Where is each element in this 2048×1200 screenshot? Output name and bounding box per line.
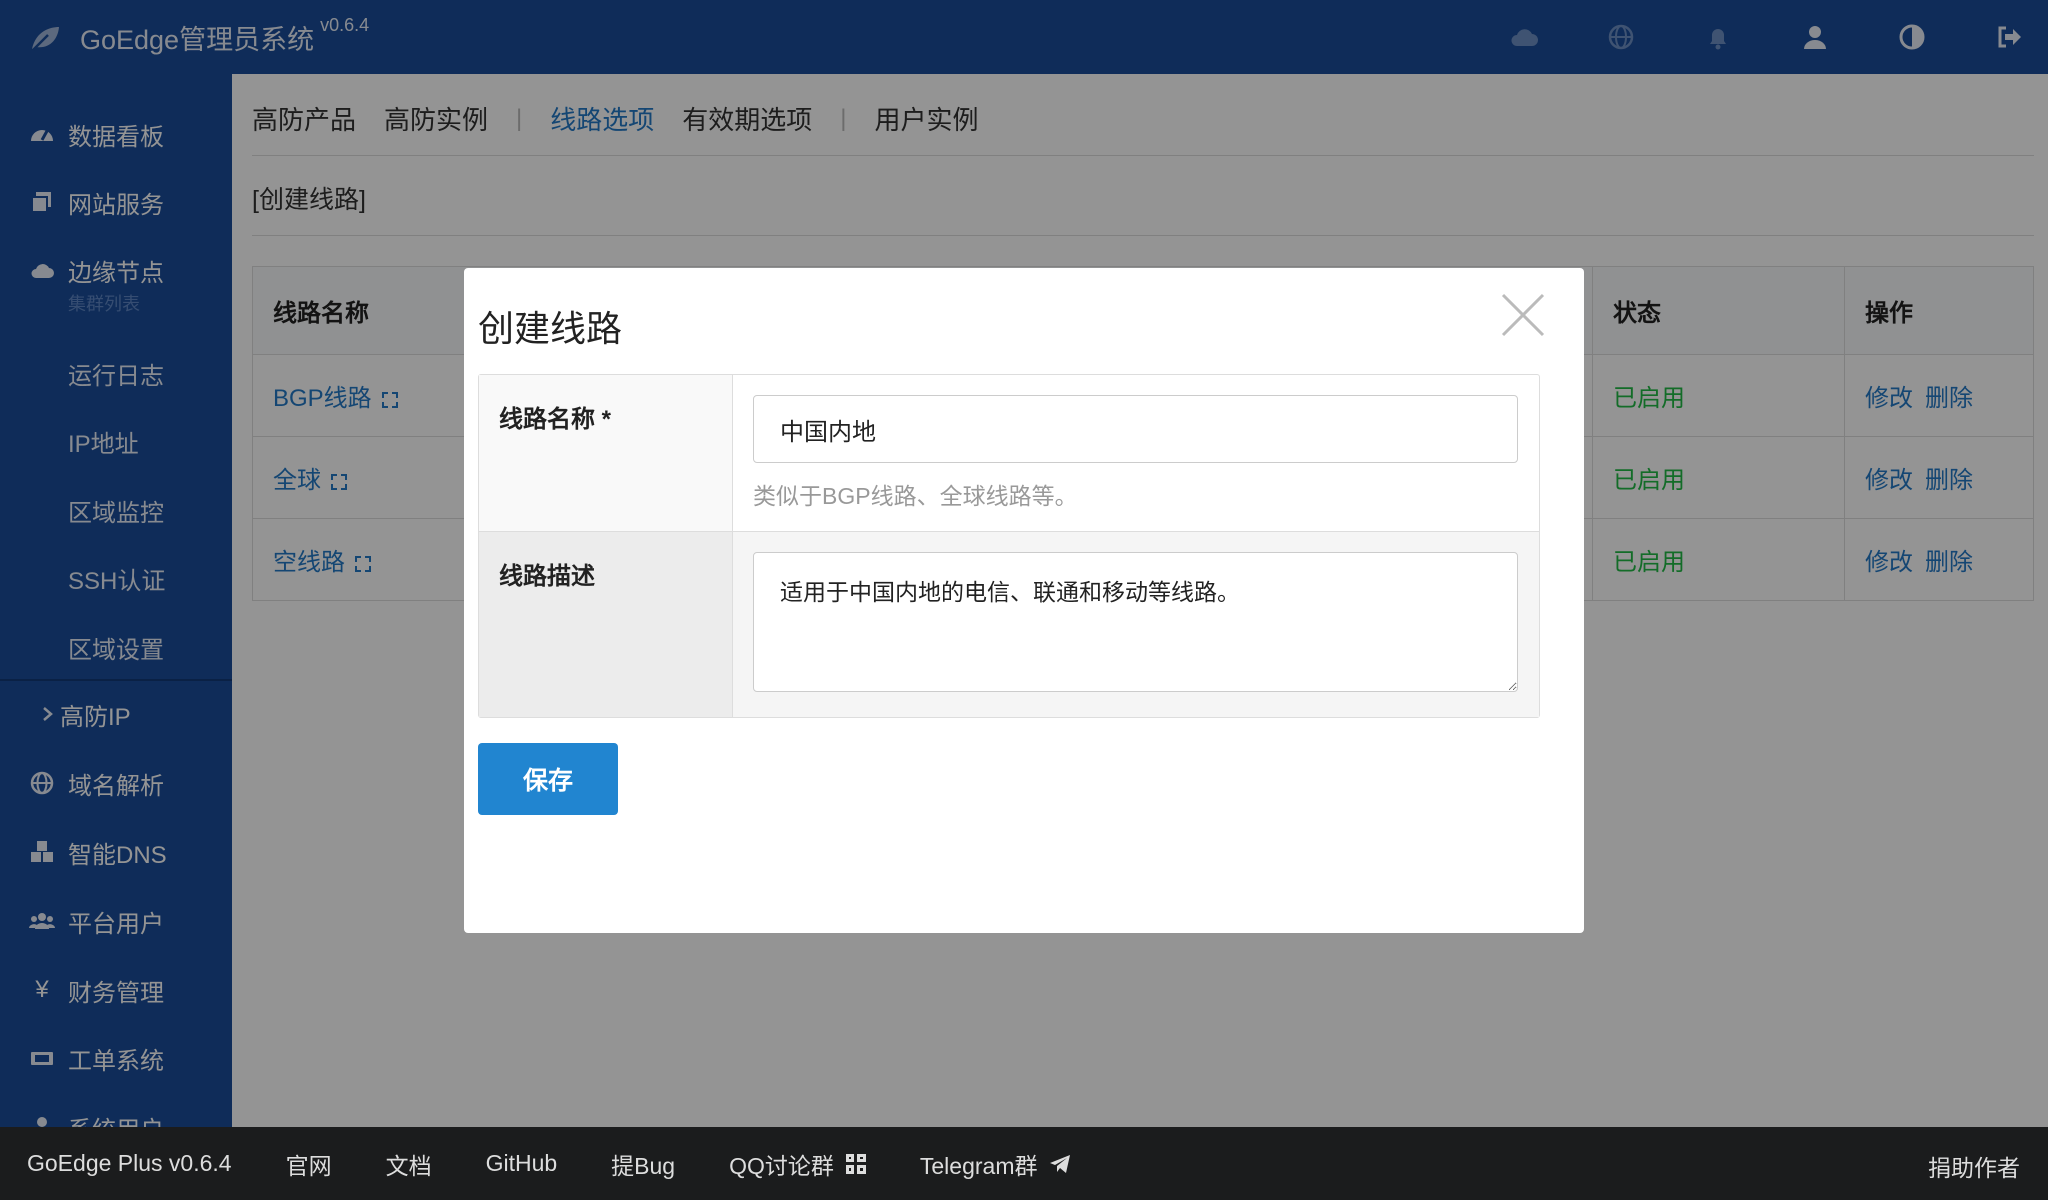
form-row-name: 线路名称 * 类似于BGP线路、全球线路等。 [479,375,1539,532]
footer-link-qq-group[interactable]: QQ讨论群 [729,1147,866,1181]
line-name-hint: 类似于BGP线路、全球线路等。 [753,483,1078,509]
line-name-label: 线路名称 * [479,375,733,531]
form-field-description: 适用于中国内地的电信、联通和移动等线路。 [733,532,1539,717]
line-name-input[interactable] [753,395,1518,463]
close-icon[interactable] [1500,292,1546,338]
telegram-label: Telegram群 [919,1152,1038,1179]
save-button[interactable]: 保存 [478,743,618,815]
footer-link-website[interactable]: 官网 [286,1147,332,1181]
qrcode-icon [845,1153,866,1174]
footer-donate[interactable]: 捐助作者 [1928,1149,2020,1183]
telegram-plane-icon [1049,1154,1070,1173]
create-line-form: 线路名称 * 类似于BGP线路、全球线路等。 线路描述 适用于中国内地的电信、联… [478,374,1540,718]
form-field-name: 类似于BGP线路、全球线路等。 [733,375,1539,531]
form-row-description: 线路描述 适用于中国内地的电信、联通和移动等线路。 [479,532,1539,717]
footer-link-github[interactable]: GitHub [486,1150,558,1177]
footer: GoEdge Plus v0.6.4 官网 文档 GitHub 提Bug QQ讨… [0,1127,2048,1200]
footer-version[interactable]: GoEdge Plus v0.6.4 [27,1150,232,1177]
create-line-modal: 创建线路 线路名称 * 类似于BGP线路、全球线路等。 线路描述 适用于中国内地… [464,268,1584,933]
qq-group-label: QQ讨论群 [729,1152,834,1179]
modal-title: 创建线路 [478,308,623,349]
footer-link-docs[interactable]: 文档 [386,1147,432,1181]
line-description-textarea[interactable]: 适用于中国内地的电信、联通和移动等线路。 [753,552,1518,692]
footer-link-report-bug[interactable]: 提Bug [611,1147,675,1181]
footer-link-telegram[interactable]: Telegram群 [920,1147,1072,1181]
line-description-label: 线路描述 [479,532,733,717]
